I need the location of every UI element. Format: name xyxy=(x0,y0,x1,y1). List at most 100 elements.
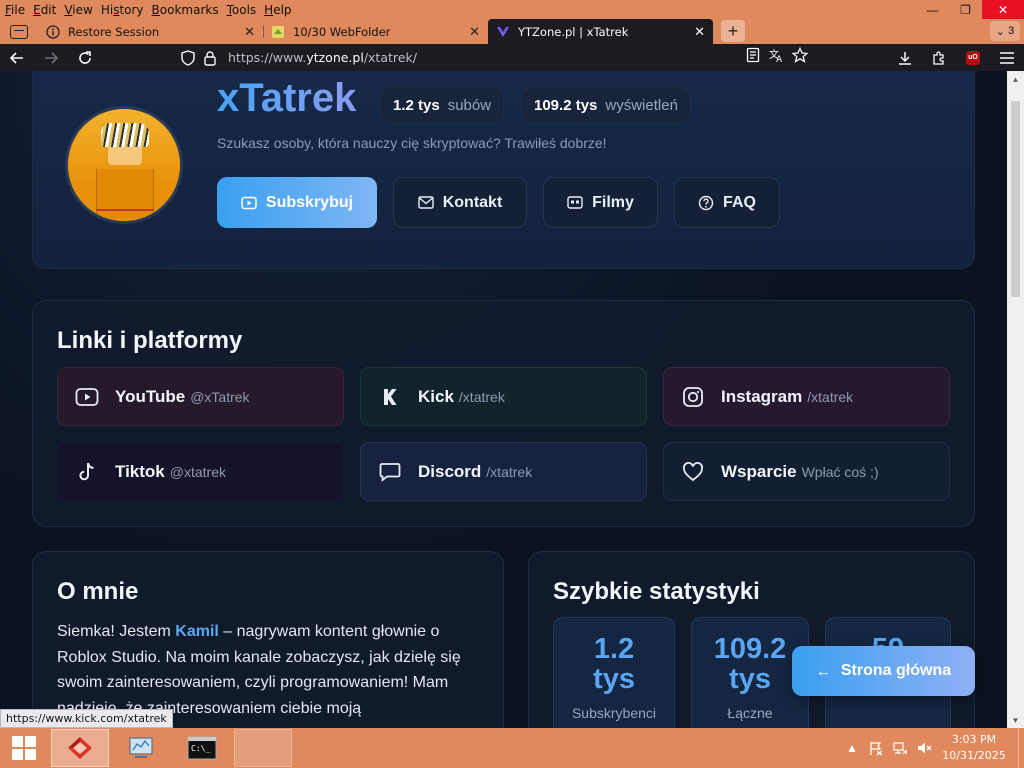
menu-file[interactable]: File xyxy=(0,3,25,17)
stat-label: Łączne wyświetlenia xyxy=(711,705,790,728)
svg-text:C:\_: C:\_ xyxy=(191,744,210,753)
close-window-icon[interactable]: ✕ xyxy=(982,0,1024,19)
menu-history[interactable]: History xyxy=(96,3,144,17)
clock[interactable]: 3:03 PM 10/31/2025 xyxy=(936,732,1012,764)
scroll-down-icon[interactable]: ▼ xyxy=(1007,712,1024,728)
menu-bar: File Edit View History Bookmarks Tools H… xyxy=(0,0,1024,19)
tab-restore-session[interactable]: Restore Session ✕ xyxy=(38,19,263,44)
link-youtube[interactable]: YouTube @xTatrek xyxy=(57,367,344,426)
stats-title: Szybkie statystyki xyxy=(553,578,760,605)
tab-label: 10/30 WebFolder xyxy=(293,24,391,39)
taskbar-firefox[interactable] xyxy=(51,729,109,767)
scroll-thumb[interactable] xyxy=(1011,101,1020,297)
tray-expand-icon[interactable]: ▲ xyxy=(840,728,864,768)
menu-help[interactable]: Help xyxy=(259,3,291,17)
forward-button[interactable] xyxy=(34,44,68,71)
link-name: YouTube xyxy=(115,386,186,406)
network-icon[interactable] xyxy=(888,728,912,768)
subs-label: subów xyxy=(447,96,492,114)
avatar xyxy=(65,106,183,224)
taskbar-app-2[interactable] xyxy=(112,729,170,767)
webfolder-icon xyxy=(271,25,285,39)
stats-section: Szybkie statystyki 1.2 tys Subskrybenci … xyxy=(528,551,975,728)
extensions-icon[interactable] xyxy=(922,44,956,71)
reader-view-icon[interactable] xyxy=(746,47,760,68)
stat-value: 109.2 tys xyxy=(713,633,787,695)
bookmark-star-icon[interactable] xyxy=(791,46,809,68)
show-desktop-button[interactable] xyxy=(1018,728,1024,768)
link-name: Kick xyxy=(418,386,454,406)
link-name: Tiktok xyxy=(115,461,165,481)
downloads-icon[interactable] xyxy=(888,44,922,71)
taskbar-terminal[interactable]: C:\_ xyxy=(173,729,231,767)
home-button[interactable]: ← Strona główna xyxy=(792,646,975,696)
info-icon xyxy=(46,24,60,39)
arrow-left-icon: ← xyxy=(815,662,831,680)
reload-icon xyxy=(79,50,91,64)
url-text[interactable]: https://www.ytzone.pl/xtatrek/ xyxy=(228,50,417,65)
link-handle: @xtatrek xyxy=(169,463,226,480)
videos-button[interactable]: Filmy xyxy=(543,177,658,228)
subs-value: 1.2 tys xyxy=(393,96,440,114)
help-circle-icon xyxy=(698,195,714,211)
link-support[interactable]: Wsparcie Wpłać coś ;) xyxy=(663,442,950,501)
nav-bar: https://www.ytzone.pl/xtatrek/ 文A uO xyxy=(0,44,1024,71)
restore-icon[interactable]: ❐ xyxy=(949,0,982,19)
clock-date: 10/31/2025 xyxy=(942,749,1006,762)
menu-tools[interactable]: Tools xyxy=(222,3,257,17)
stat-subscribers: 1.2 tys Subskrybenci xyxy=(553,617,675,728)
subscribe-button[interactable]: Subskrybuj xyxy=(217,177,377,228)
instagram-icon xyxy=(680,384,706,410)
faq-button[interactable]: FAQ xyxy=(674,177,780,228)
terminal-icon: C:\_ xyxy=(187,736,217,760)
back-button[interactable] xyxy=(0,44,34,71)
link-handle: /xtatrek xyxy=(486,463,533,480)
views-pill: 109.2 tys wyświetleń xyxy=(521,86,691,124)
reload-button[interactable] xyxy=(68,44,102,71)
close-tab-icon[interactable]: ✕ xyxy=(244,24,255,40)
contact-button[interactable]: Kontakt xyxy=(393,177,527,228)
close-tab-icon[interactable]: ✕ xyxy=(694,24,705,40)
menu-bookmarks[interactable]: Bookmarks xyxy=(147,3,219,17)
minimize-icon[interactable]: — xyxy=(916,0,949,19)
tab-ytzone[interactable]: YTZone.pl | xTatrek ✕ xyxy=(488,19,713,44)
discord-icon xyxy=(377,459,403,485)
volume-muted-icon[interactable] xyxy=(912,728,936,768)
taskbar: C:\_ ▲ 3:03 PM 10/31/2025 xyxy=(0,728,1024,768)
link-discord[interactable]: Discord /xtatrek xyxy=(360,442,647,501)
action-center-flag-icon[interactable] xyxy=(864,728,888,768)
menu-edit[interactable]: Edit xyxy=(28,3,56,17)
menu-view[interactable]: View xyxy=(59,3,92,17)
system-tray: ▲ 3:03 PM 10/31/2025 xyxy=(840,728,1024,768)
hamburger-menu-icon[interactable] xyxy=(990,44,1024,71)
tab-label: YTZone.pl | xTatrek xyxy=(518,24,629,39)
scroll-up-icon[interactable]: ▲ xyxy=(1007,71,1024,87)
lock-icon[interactable] xyxy=(200,48,220,68)
translate-icon[interactable]: 文A xyxy=(768,47,784,68)
page-scrollbar[interactable]: ▲ ▼ xyxy=(1007,71,1024,728)
taskbar-app-4[interactable] xyxy=(234,729,292,767)
links-section: Linki i platformy YouTube @xTatrek Kick … xyxy=(32,300,975,527)
stat-label: Subskrybenci xyxy=(571,705,657,721)
arrow-left-icon xyxy=(9,51,23,64)
faq-label: FAQ xyxy=(723,193,756,211)
firefox-view-button[interactable] xyxy=(0,19,38,44)
close-tab-icon[interactable]: ✕ xyxy=(469,24,480,40)
video-icon xyxy=(567,196,583,209)
status-link-preview: https://www.kick.com/xtatrek xyxy=(0,709,173,728)
plus-icon: + xyxy=(727,20,739,41)
page-viewport: xTatrek 1.2 tys subów 109.2 tys wyświetl… xyxy=(0,71,1007,728)
tab-webfolder[interactable]: 10/30 WebFolder ✕ xyxy=(263,19,488,44)
kick-icon xyxy=(377,384,403,410)
tab-list-button[interactable]: ⌄ 3 xyxy=(990,21,1020,41)
app-icon-monitor xyxy=(129,737,153,758)
play-icon xyxy=(241,196,257,210)
shield-icon[interactable] xyxy=(178,48,198,68)
start-button[interactable] xyxy=(0,728,48,768)
ublock-icon[interactable]: uO xyxy=(956,44,990,71)
url-bar[interactable]: https://www.ytzone.pl/xtatrek/ 文A xyxy=(178,46,814,69)
link-tiktok[interactable]: Tiktok @xtatrek xyxy=(57,442,344,501)
new-tab-button[interactable]: + xyxy=(721,20,745,42)
link-instagram[interactable]: Instagram /xtatrek xyxy=(663,367,950,426)
link-kick[interactable]: Kick /xtatrek xyxy=(360,367,647,426)
